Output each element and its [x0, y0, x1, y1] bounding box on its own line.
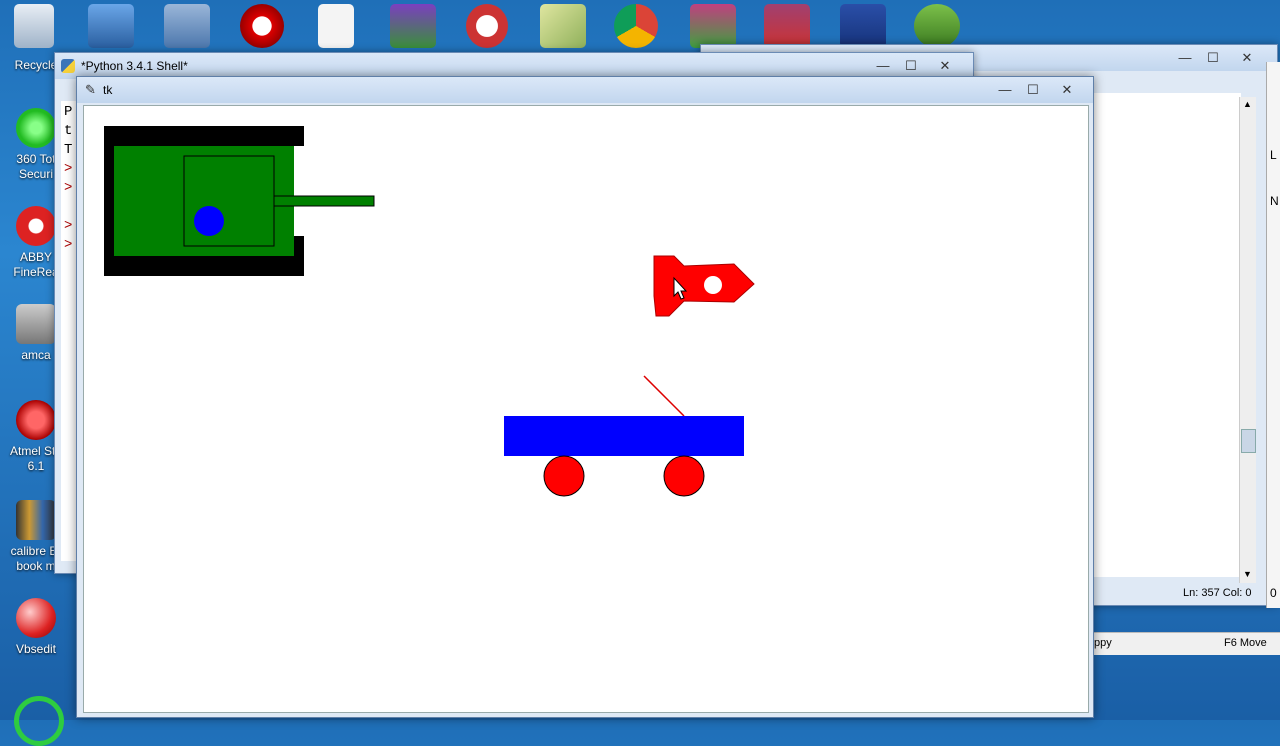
map-icon[interactable] — [540, 4, 586, 48]
cart-antenna — [643, 375, 685, 417]
tk-canvas[interactable] — [83, 105, 1089, 713]
recycle-bin-icon[interactable] — [14, 4, 54, 48]
abbyy-icon — [16, 206, 56, 246]
status-copy: ppy — [1094, 637, 1112, 649]
desktop-icon-vbsedit[interactable]: Vbsedit — [0, 598, 72, 657]
atmel-studio-icon — [16, 400, 56, 440]
vertical-scrollbar[interactable]: ▲ ▼ — [1239, 97, 1256, 583]
editor-text-area[interactable] — [1091, 93, 1241, 577]
right-panel-sliver: L N 0 — [1266, 62, 1280, 608]
winrar-icon[interactable] — [390, 4, 436, 48]
desktop-icon-label: 360 Tot Securi — [16, 152, 56, 181]
atom-icon[interactable] — [164, 4, 210, 48]
amca-icon — [16, 304, 56, 344]
close-button[interactable]: ✕ — [1227, 49, 1267, 67]
panel-letter: N — [1270, 194, 1279, 208]
minimize-button[interactable]: — — [869, 57, 897, 75]
taskbar-app-icon[interactable] — [14, 696, 64, 746]
close-button[interactable]: ✕ — [925, 57, 965, 75]
tank-turret-dot — [194, 206, 224, 236]
maximize-button[interactable]: ☐ — [897, 57, 925, 75]
tank-track-top — [104, 126, 304, 146]
desktop-icon-label: Vbsedit — [15, 642, 57, 656]
document-icon[interactable] — [318, 4, 354, 48]
tank — [104, 126, 375, 276]
cart-body — [504, 416, 744, 456]
chrome-icon[interactable] — [614, 4, 658, 48]
yu-icon[interactable] — [466, 4, 508, 48]
minimize-button[interactable]: — — [1171, 49, 1199, 67]
line-col-status: Ln: 357 Col: 0 — [1183, 587, 1252, 599]
tank-barrel — [273, 195, 375, 207]
feather-icon: ✎ — [85, 82, 96, 97]
opera-icon[interactable] — [240, 4, 284, 48]
tools-icon[interactable] — [88, 4, 134, 48]
panel-zero: 0 — [1270, 586, 1277, 600]
tank-turret — [183, 155, 275, 247]
tk-window[interactable]: ✎ tk — ☐ ✕ — [76, 76, 1094, 718]
tk-titlebar[interactable]: ✎ tk — ☐ ✕ — [77, 77, 1093, 103]
cart — [504, 375, 744, 497]
desktop-icon-label: ABBY FineRea — [13, 250, 59, 279]
scroll-up-arrow[interactable]: ▲ — [1243, 99, 1252, 109]
floppy-icon[interactable] — [840, 4, 886, 48]
scroll-thumb[interactable] — [1241, 429, 1256, 453]
minimize-button[interactable]: — — [991, 81, 1019, 99]
maximize-button[interactable]: ☐ — [1199, 49, 1227, 67]
maximize-button[interactable]: ☐ — [1019, 81, 1047, 99]
rocket — [653, 255, 755, 317]
desktop-icon-label: Recycle — [14, 58, 58, 72]
rocket-body — [653, 255, 755, 317]
vbsedit-icon — [16, 598, 56, 638]
status-f6-move: F6 Move — [1224, 637, 1267, 649]
tank-track-left — [104, 126, 114, 276]
cart-wheel-left — [543, 455, 585, 497]
bottom-status-bar: ppy F6 Move — [1094, 632, 1280, 655]
app-cross-icon[interactable] — [764, 4, 810, 48]
cart-wheel-right — [663, 455, 705, 497]
close-button[interactable]: ✕ — [1047, 81, 1087, 99]
360-security-icon — [16, 108, 56, 148]
window-title: tk — [103, 83, 113, 97]
calibre-icon — [16, 500, 56, 540]
gecko-icon[interactable] — [914, 4, 960, 48]
python-icon — [61, 59, 75, 73]
desktop-icon-label: amca — [21, 348, 51, 362]
window-title: *Python 3.4.1 Shell* — [81, 59, 188, 73]
scroll-down-arrow[interactable]: ▼ — [1243, 569, 1252, 579]
app-green-flag-icon[interactable] — [690, 4, 736, 48]
rocket-window — [704, 276, 722, 294]
canvas-drawing — [104, 126, 755, 497]
panel-letter: L — [1270, 148, 1277, 162]
